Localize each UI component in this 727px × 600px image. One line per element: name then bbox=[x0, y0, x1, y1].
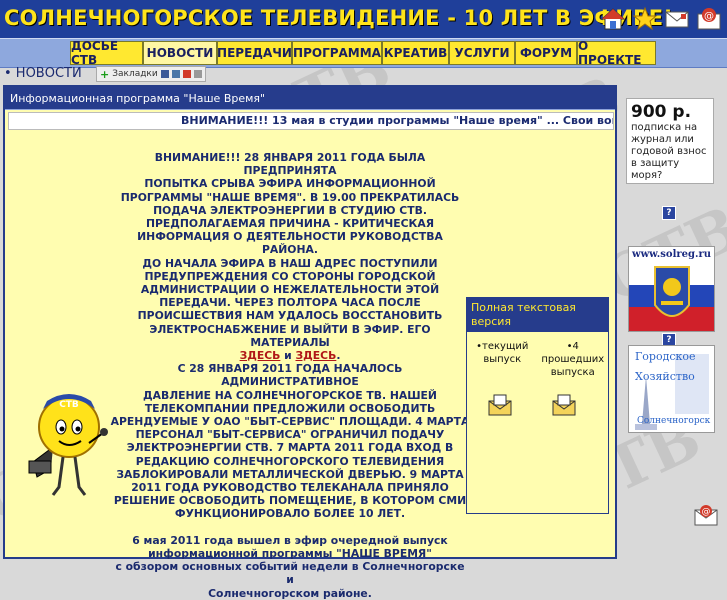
solreg-label: www.solreg.ru bbox=[631, 249, 712, 260]
subscription-ad[interactable]: 900 р. подписка на журнал или годовой вз… bbox=[626, 98, 714, 184]
article-line: ДАВЛЕНИЕ НА СОЛНЕЧНОГОРСКОЕ ТВ. НАШЕЙ bbox=[143, 388, 437, 402]
bookmarks-label: Закладки bbox=[112, 69, 158, 79]
article-line: ПРОГРАММЫ "НАШЕ ВРЕМЯ". В 19.00 ПРЕКРАТИ… bbox=[120, 190, 460, 204]
article-line: РЕДАКЦИЮ СОЛНЕЧНОГОРСКОГО ТЕЛЕВИДЕНИЯ bbox=[135, 454, 445, 468]
home-icon[interactable] bbox=[600, 6, 626, 32]
current-issue-link[interactable]: •текущий выпуск bbox=[467, 332, 538, 379]
article-links-line: ЗДЕСЬ и ЗДЕСЬ. bbox=[110, 349, 470, 362]
article-line: ПОПЫТКА СРЫВА ЭФИРА ИНФОРМАЦИОННОЙ bbox=[144, 177, 436, 191]
article-line: АДМИНИСТРАЦИИ О НЕЖЕЛАТЕЛЬНОСТИ ЭТОЙ bbox=[140, 283, 440, 297]
link-here-1[interactable]: ЗДЕСЬ bbox=[240, 349, 281, 362]
gorod-line-3: Солнечногорск bbox=[637, 416, 711, 426]
share-icon[interactable] bbox=[182, 70, 191, 78]
article-line: АРЕНДУЕМЫЕ У ОАО "БЫТ-СЕРВИС" ПЛОЩАДИ. 4… bbox=[110, 415, 470, 429]
star-icon[interactable] bbox=[632, 6, 658, 32]
ad-price: 900 р. bbox=[631, 102, 692, 122]
vk-icon[interactable] bbox=[171, 70, 180, 78]
past-issues-link[interactable]: •4 прошедших выпуска bbox=[538, 332, 609, 379]
more-icon[interactable] bbox=[193, 70, 202, 78]
nav-item-services[interactable]: УСЛУГИ bbox=[449, 41, 515, 65]
plus-icon: + bbox=[100, 67, 110, 81]
site-title: СОЛНЕЧНОГОРСКОЕ ТЕЛЕВИДЕНИЕ - 10 ЛЕТ В Э… bbox=[4, 6, 674, 30]
bookmarks-widget[interactable]: + Закладки bbox=[96, 66, 206, 82]
article-text: ВНИМАНИЕ!!! 28 ЯНВАРЯ 2011 ГОДА БЫЛА ПРЕ… bbox=[110, 151, 470, 600]
main-nav: ДОСЬЕ СТВ НОВОСТИ ПЕРЕДАЧИ ПРОГРАММА КРЕ… bbox=[0, 38, 727, 68]
current-issue-mail-icon[interactable] bbox=[487, 393, 513, 417]
link-here-2[interactable]: ЗДЕСЬ bbox=[295, 349, 336, 362]
and-text: и bbox=[280, 349, 296, 363]
article-line: ПЕРЕДАЧИ. ЧЕРЕЗ ПОЛТОРА ЧАСА ПОСЛЕ bbox=[159, 296, 421, 310]
gorod-line-2: Хозяйство bbox=[635, 370, 695, 383]
article-line: ИНФОРМАЦИЯ О ДЕЯТЕЛЬНОСТИ РУКОВОДСТВА РА… bbox=[137, 230, 443, 257]
article-line: ВНИМАНИЕ!!! 28 ЯНВАРЯ 2011 ГОДА БЫЛА ПРЕ… bbox=[154, 151, 426, 178]
article-line: ЭЛЕКТРОЭНЕРГИИ СТВ. 7 МАРТА 2011 ГОДА ВХ… bbox=[126, 441, 454, 455]
gorod-banner[interactable]: Городское Хозяйство Солнечногорск bbox=[628, 345, 715, 433]
article-line: ПРЕДУПРЕЖДЕНИЯ СО СТОРОНЫ ГОРОДСКОЙ bbox=[144, 269, 436, 283]
email-link-icon[interactable]: @ bbox=[694, 504, 718, 528]
nav-item-forum[interactable]: ФОРУМ bbox=[515, 41, 577, 65]
solreg-banner[interactable]: www.solreg.ru bbox=[628, 246, 715, 332]
article-line: ДО НАЧАЛА ЭФИРА В НАШ АДРЕС ПОСТУПИЛИ bbox=[142, 256, 438, 270]
article-line: ПЕРСОНАЛ "БЫТ-СЕРВИСА" ОГРАНИЧИЛ ПОДАЧУ bbox=[135, 428, 445, 442]
mascot-sun-icon: СТВ bbox=[28, 394, 108, 496]
nav-item-dossier[interactable]: ДОСЬЕ СТВ bbox=[70, 39, 143, 67]
article-line: с обзором основных событий недели в Солн… bbox=[115, 560, 465, 587]
article-line: ФУНКЦИОНИРОВАЛО БОЛЕЕ 10 ЛЕТ. bbox=[174, 507, 406, 521]
nav-item-program[interactable]: ПРОГРАММА bbox=[292, 41, 382, 65]
article-paragraph-1: ВНИМАНИЕ!!! 28 ЯНВАРЯ 2011 ГОДА БЫЛА ПРЕ… bbox=[110, 151, 470, 349]
article-paragraph-3: 6 мая 2011 года вышел в эфир очередной в… bbox=[110, 534, 470, 600]
article-line: ЗАБЛОКИРОВАЛИ МЕТАЛЛИЧЕСКОЙ ДВЕРЬЮ. 9 МА… bbox=[116, 467, 464, 481]
coat-of-arms-icon bbox=[654, 266, 690, 317]
facebook-icon[interactable] bbox=[160, 70, 169, 78]
svg-text:@: @ bbox=[704, 11, 714, 22]
gorod-line-1: Городское bbox=[635, 350, 696, 363]
article-line: ПРОИСШЕСТВИЯ НАМ УДАЛОСЬ ВОССТАНОВИТЬ bbox=[137, 309, 443, 323]
news-panel: Информационная программа "Наше Время" ВН… bbox=[3, 85, 617, 600]
article-line: информационной программы "НАШЕ ВРЕМЯ" bbox=[148, 546, 432, 560]
ad-text: подписка на журнал или годовой взнос в з… bbox=[631, 122, 707, 181]
svg-text:СТВ: СТВ bbox=[59, 400, 79, 410]
mail-icon[interactable] bbox=[664, 6, 690, 32]
email-at-icon[interactable]: @ bbox=[696, 6, 722, 32]
article-line: ПОДАЧА ЭЛЕКТРОЭНЕРГИИ В СТУДИЮ СТВ. bbox=[153, 203, 427, 217]
article-paragraph-2: С 28 ЯНВАРЯ 2011 ГОДА НАЧАЛОСЬ АДМИНИСТР… bbox=[110, 362, 470, 520]
ticker-text: ВНИМАНИЕ!!! 13 мая в студии программы "Н… bbox=[181, 114, 614, 127]
article-line: 2011 ГОДА РУКОВОДСТВО ТЕЛЕКАНАЛА ПРИНЯЛО bbox=[131, 481, 449, 495]
article-line: С 28 ЯНВАРЯ 2011 ГОДА НАЧАЛОСЬ АДМИНИСТР… bbox=[177, 362, 403, 389]
help-icon[interactable]: ? bbox=[662, 206, 676, 220]
article-line: ЭЛЕКТРОСНАБЖЕНИЕ И ВЫЙТИ В ЭФИР. ЕГО МАТ… bbox=[149, 322, 431, 349]
news-ticker[interactable]: ВНИМАНИЕ!!! 13 мая в студии программы "Н… bbox=[8, 112, 614, 130]
nav-item-shows[interactable]: ПЕРЕДАЧИ bbox=[217, 41, 292, 65]
nav-item-creative[interactable]: КРЕАТИВ bbox=[382, 41, 449, 65]
article-line: ПРЕДПОЛАГАЕМАЯ ПРИЧИНА - КРИТИЧЕСКАЯ bbox=[145, 217, 435, 231]
section-title: • НОВОСТИ bbox=[4, 66, 82, 81]
full-text-box: Полная текстовая версия •текущий выпуск … bbox=[466, 297, 609, 514]
nav-item-news[interactable]: НОВОСТИ bbox=[143, 41, 217, 65]
period-text: . bbox=[336, 349, 341, 363]
article-line: ТЕЛЕКОМПАНИИ ПРЕДЛОЖИЛИ ОСВОБОДИТЬ bbox=[144, 401, 436, 415]
nav-item-about[interactable]: О ПРОЕКТЕ bbox=[577, 39, 656, 67]
article-line: Солнечногорском районе. bbox=[208, 586, 372, 600]
site-header: СОЛНЕЧНОГОРСКОЕ ТЕЛЕВИДЕНИЕ - 10 ЛЕТ В Э… bbox=[0, 0, 727, 41]
past-issues-mail-icon[interactable] bbox=[551, 393, 577, 417]
news-panel-header: Информационная программа "Наше Время" bbox=[5, 87, 615, 110]
article-line: РЕШЕНИЕ ОСВОБОДИТЬ ПОМЕЩЕНИЕ, В КОТОРОМ … bbox=[113, 494, 467, 508]
svg-text:@: @ bbox=[702, 507, 711, 517]
full-text-header: Полная текстовая версия bbox=[467, 298, 608, 332]
